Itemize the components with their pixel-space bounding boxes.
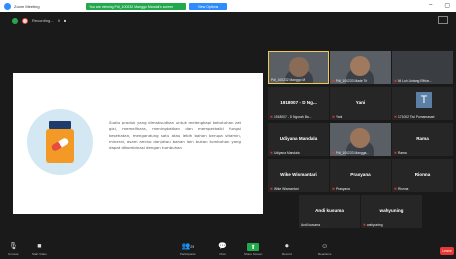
view-options-button[interactable]: View Options xyxy=(189,3,227,10)
participant-tile[interactable]: ✖ NI Luh Lintang Effriar... xyxy=(392,51,453,84)
participant-tile[interactable]: Yani ✖ Yani xyxy=(330,87,391,120)
participant-name: 1918007 - D Ng... xyxy=(280,100,317,105)
recording-icon xyxy=(22,17,28,24)
share-banner-text: You are viewing Pdl_100232 Manggo Mandal… xyxy=(89,4,174,9)
screen-share-banner: You are viewing Pdl_100232 Manggo Mandal… xyxy=(86,3,186,10)
participant-tile[interactable]: Wike Wismantari ✖ Wike Wismantari xyxy=(268,159,329,192)
participant-name-tag: ✖ 1918007 - D Ngurah Ba... xyxy=(270,115,312,119)
participants-button[interactable]: 👥29 Participants xyxy=(180,243,196,256)
participant-tile[interactable]: T ✖ 171002 Tisi Purnamasari xyxy=(392,87,453,120)
window-controls: – ▢ xyxy=(429,2,450,9)
participant-name-tag: ✖ Pdl_100233 Mangga... xyxy=(332,151,370,155)
participant-name-tag: Pdl_100232 Manggo M xyxy=(271,78,306,82)
participant-tile[interactable]: Rama ✖ Rama xyxy=(392,123,453,156)
participant-video-face xyxy=(350,56,370,76)
muted-mic-icon: ✖ xyxy=(394,187,397,191)
app-title: Zoom Meeting xyxy=(14,3,40,9)
muted-mic-icon: ✖ xyxy=(332,187,335,191)
meeting-toolbar: 🎙 Unmute ■ Start Video 👥29 Participants … xyxy=(0,241,456,259)
participant-tile[interactable]: 1918007 - D Ng... ✖ 1918007 - D Ngurah Ba… xyxy=(268,87,329,120)
participant-name-tag: ✖ wahyuning xyxy=(363,223,383,227)
muted-mic-icon: ✖ xyxy=(332,115,335,119)
start-video-button[interactable]: ■ Start Video xyxy=(32,243,47,256)
participant-name-tag: ✖ Rama xyxy=(394,151,407,155)
record-icon: ⏺ xyxy=(285,243,289,250)
bottle-cap-shape xyxy=(49,121,71,129)
participant-name: Rama xyxy=(416,136,429,141)
muted-mic-icon: ✖ xyxy=(394,79,397,83)
record-button[interactable]: ⏺ Record xyxy=(282,243,292,256)
maximize-button[interactable]: ▢ xyxy=(444,2,450,9)
microphone-icon: 🎙 xyxy=(8,243,18,250)
participant-name-tag: Andi kusuma xyxy=(301,223,321,227)
participant-tile[interactable]: Andi kusuma Andi kusuma xyxy=(299,195,360,228)
stop-recording-button[interactable]: ■ xyxy=(64,18,66,23)
participant-video-face xyxy=(350,128,370,148)
muted-mic-icon: ✖ xyxy=(332,79,335,83)
participant-tile[interactable]: Rionna ✖ Rionna xyxy=(392,159,453,192)
chat-button[interactable]: 💬 Chat xyxy=(218,243,227,256)
participant-name: Yani xyxy=(355,100,366,105)
gallery-view-icon[interactable] xyxy=(438,16,448,24)
participant-tile[interactable]: Udiyana Mandala ✖ Udiyana Mandala xyxy=(268,123,329,156)
participant-name-tag: ✖ Pdl_100233 Made Tri xyxy=(332,79,368,83)
participant-name-tag: ✖ NI Luh Lintang Effriar... xyxy=(394,79,432,83)
video-camera-icon: ■ xyxy=(37,243,42,250)
participant-avatar: T xyxy=(416,92,432,108)
security-icon[interactable] xyxy=(12,17,18,24)
window-titlebar: Zoom Meeting You are viewing Pdl_100232 … xyxy=(0,0,456,12)
reactions-button[interactable]: ☺ Reactions xyxy=(318,243,331,256)
muted-mic-icon: ✖ xyxy=(363,223,366,227)
muted-mic-icon: ✖ xyxy=(394,115,397,119)
minimize-button[interactable]: – xyxy=(429,2,432,9)
participants-icon: 👥29 xyxy=(181,243,195,250)
participant-name-tag: ✖ Prasyana xyxy=(332,187,350,191)
muted-mic-icon: ✖ xyxy=(270,187,273,191)
participant-video-face xyxy=(289,57,309,77)
participant-name-tag: ✖ 171002 Tisi Purnamasari xyxy=(394,115,435,119)
participant-name-tag: ✖ Udiyana Mandala xyxy=(270,151,300,155)
zoom-logo-icon xyxy=(4,2,11,10)
participant-tile[interactable]: wahyuning ✖ wahyuning xyxy=(361,195,422,228)
recording-indicator: Recording... II ■ xyxy=(12,16,66,25)
muted-mic-icon: ✖ xyxy=(332,151,335,155)
participant-name-tag: ✖ Rionna xyxy=(394,187,409,191)
muted-mic-icon: ✖ xyxy=(270,115,273,119)
participant-name: Prasyana xyxy=(350,172,371,177)
share-screen-button[interactable]: ⬆ Share Screen xyxy=(244,243,262,256)
share-screen-icon: ⬆ xyxy=(247,243,260,251)
slide-body-text: Suatu produk yang dimaksudkan untuk mele… xyxy=(109,120,241,151)
smiley-icon: ☺ xyxy=(321,243,329,250)
participant-name: Andi kusuma xyxy=(315,208,344,213)
leave-button[interactable]: Leave xyxy=(440,247,454,255)
participant-name: Udiyana Mandala xyxy=(279,136,318,141)
mute-button[interactable]: 🎙 Unmute xyxy=(8,243,19,256)
participant-tile[interactable]: ✖ Pdl_100233 Mangga... xyxy=(330,123,391,156)
participant-name: Wike Wismantari xyxy=(280,172,317,177)
chat-icon: 💬 xyxy=(218,243,227,250)
muted-mic-icon: ✖ xyxy=(394,151,397,155)
recording-label: Recording... xyxy=(32,18,54,23)
pause-recording-button[interactable]: II xyxy=(58,18,60,23)
participant-name: Rionna xyxy=(414,172,431,177)
participant-name: wahyuning xyxy=(379,208,404,213)
participant-name-tag: ✖ Wike Wismantari xyxy=(270,187,299,191)
participant-tile[interactable]: Pdl_100232 Manggo M xyxy=(268,51,329,84)
muted-mic-icon: ✖ xyxy=(270,151,273,155)
participant-tile[interactable]: ✖ Pdl_100233 Made Tri xyxy=(330,51,391,84)
shared-screen-slide: Suatu produk yang dimaksudkan untuk mele… xyxy=(13,73,263,214)
participant-tile[interactable]: Prasyana ✖ Prasyana xyxy=(330,159,391,192)
participant-name-tag: ✖ Yani xyxy=(332,115,343,119)
